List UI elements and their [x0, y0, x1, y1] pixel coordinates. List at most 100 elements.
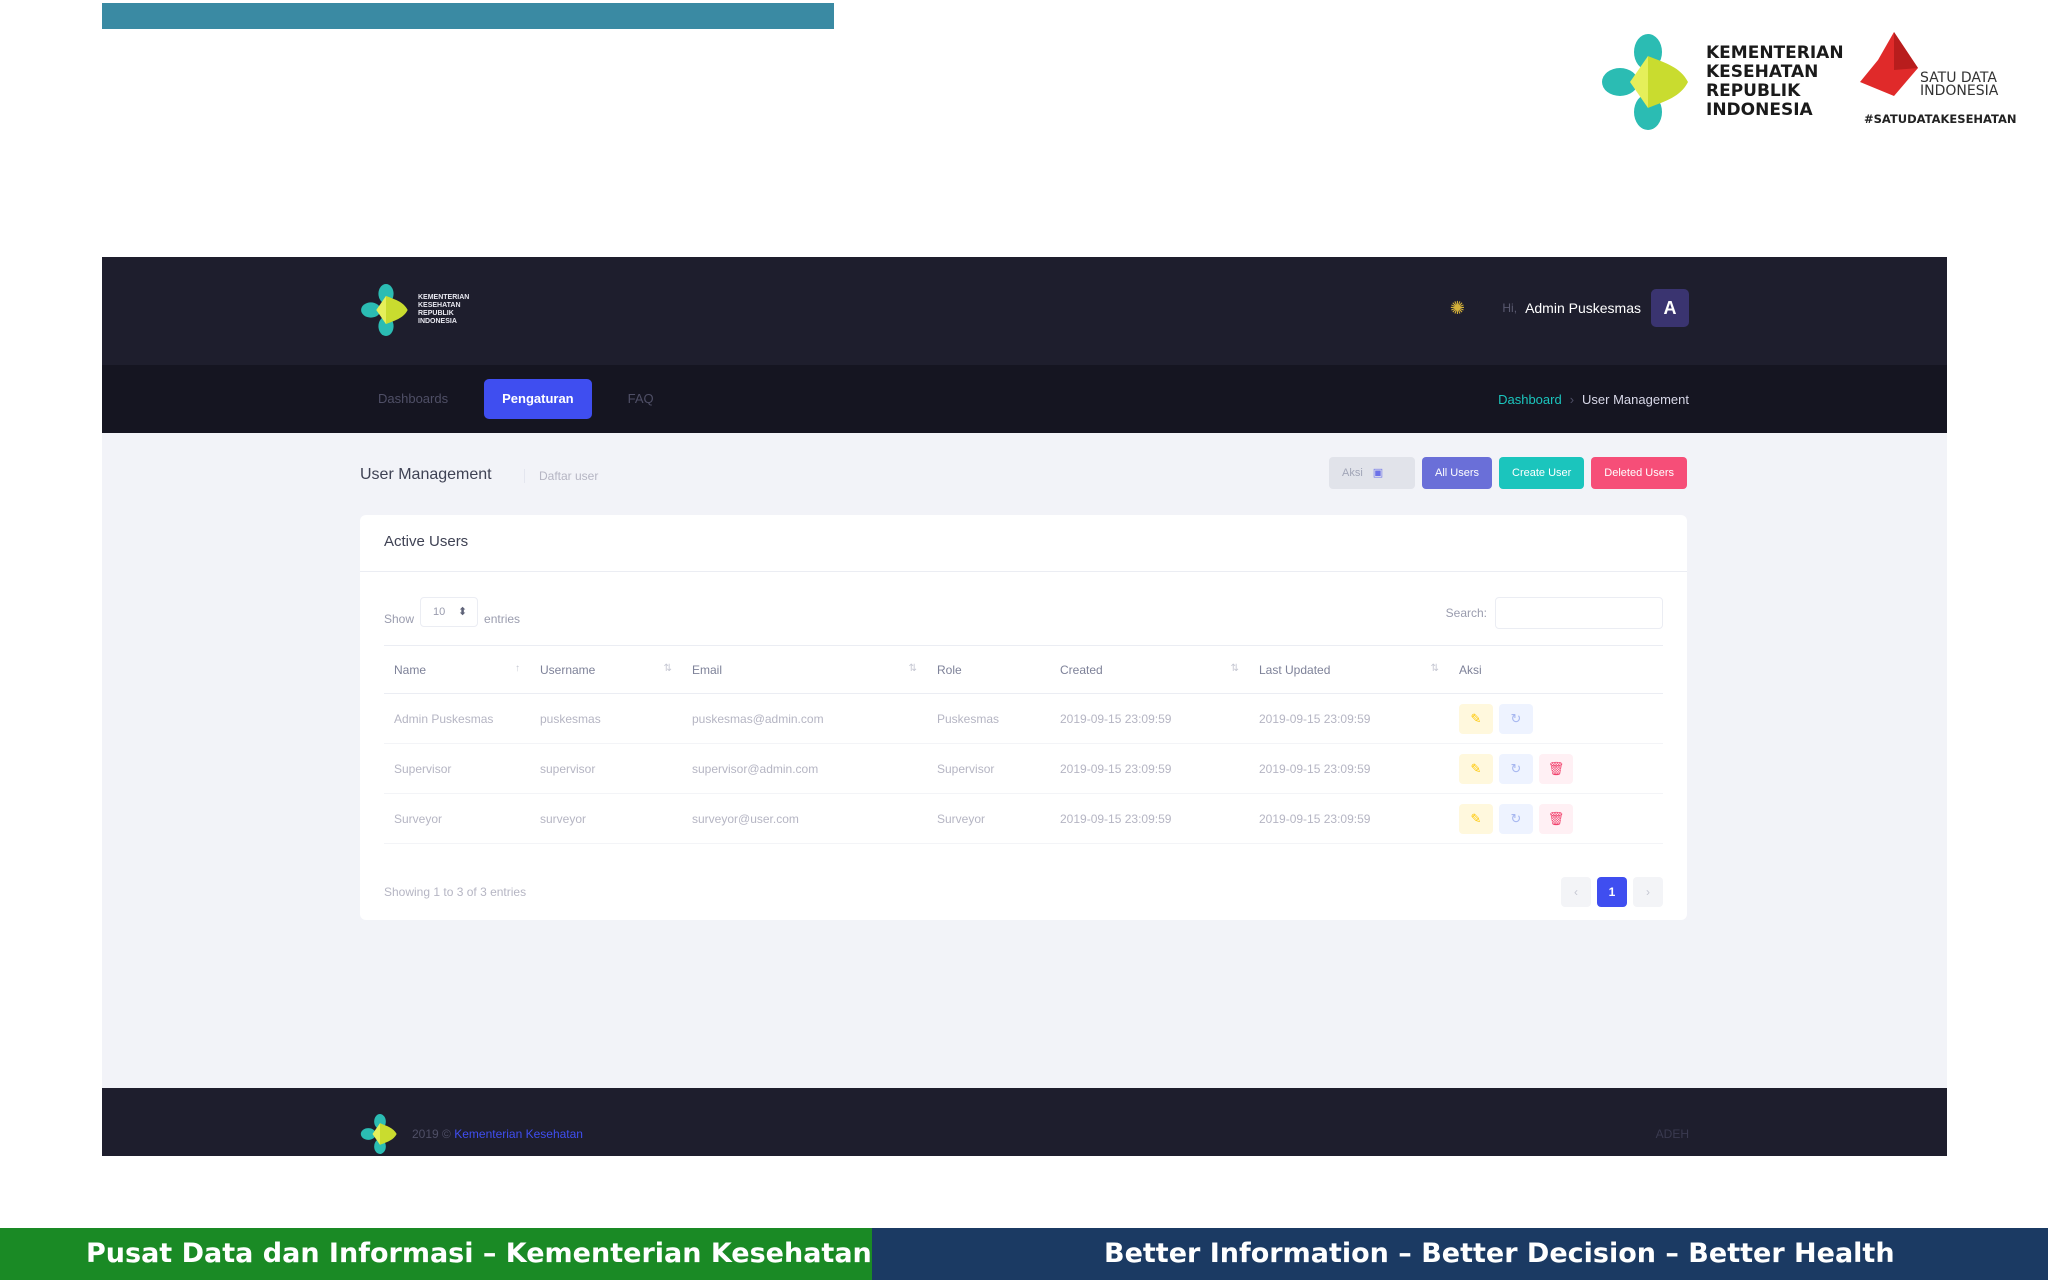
- slide-footer-right: Better Information – Better Decision – B…: [872, 1228, 2048, 1280]
- table-info: Showing 1 to 3 of 3 entries: [384, 885, 527, 899]
- table-row: Surveyor surveyor surveyor@user.com Surv…: [384, 793, 1663, 844]
- cell-created: 2019-09-15 23:09:59: [1050, 743, 1249, 794]
- cell-created: 2019-09-15 23:09:59: [1050, 693, 1249, 744]
- column-aksi: Aksi: [1449, 645, 1663, 694]
- footer-version: ADEH: [1655, 1127, 1689, 1141]
- page-subtitle: Daftar user: [524, 469, 598, 483]
- cell-email: supervisor@admin.com: [682, 743, 927, 794]
- sun-icon[interactable]: ✺: [1446, 297, 1468, 319]
- cell-username: surveyor: [530, 793, 682, 844]
- cell-name: Admin Puskesmas: [384, 693, 530, 744]
- search-label: Search:: [1445, 606, 1487, 620]
- cell-email: puskesmas@admin.com: [682, 693, 927, 744]
- cell-role: Supervisor: [927, 743, 1050, 794]
- edit-icon[interactable]: ✎: [1459, 703, 1493, 734]
- sort-asc-icon: ↑: [515, 663, 520, 674]
- all-users-button[interactable]: All Users: [1421, 457, 1492, 489]
- ministry-name: KEMENTERIAN KESEHATAN REPUBLIK INDONESIA: [1706, 43, 1844, 120]
- satudata-emblem-icon: [1860, 32, 1918, 96]
- app-screenshot: KEMENTERIAN KESEHATAN REPUBLIK INDONESIA…: [102, 257, 1947, 1156]
- trash-icon[interactable]: 🗑: [1539, 753, 1573, 784]
- app-logo[interactable]: KEMENTERIAN KESEHATAN REPUBLIK INDONESIA: [360, 281, 469, 339]
- cell-role: Surveyor: [927, 793, 1050, 844]
- table-row: Admin Puskesmas puskesmas puskesmas@admi…: [384, 693, 1663, 744]
- printer-icon: ▣: [1372, 467, 1384, 479]
- aksi-button[interactable]: Aksi ▣: [1328, 457, 1415, 489]
- tab-faq[interactable]: FAQ: [610, 379, 672, 419]
- cell-actions: ✎ ↻: [1449, 693, 1663, 744]
- avatar[interactable]: A: [1651, 289, 1689, 327]
- select-arrows-icon: ⬍: [457, 606, 468, 618]
- satudata-logo: SATU DATA INDONESIA #SATUDATAKESEHATAN: [1854, 30, 2017, 130]
- column-role[interactable]: Role: [927, 645, 1050, 694]
- satudata-name: SATU DATA INDONESIA: [1920, 70, 1999, 99]
- cell-name: Surveyor: [384, 793, 530, 844]
- cell-updated: 2019-09-15 23:09:59: [1249, 793, 1449, 844]
- satudata-hashtag: #SATUDATAKESEHATAN: [1864, 112, 2017, 126]
- tab-dashboards[interactable]: Dashboards: [360, 379, 466, 419]
- card-divider: [360, 571, 1687, 572]
- cell-updated: 2019-09-15 23:09:59: [1249, 743, 1449, 794]
- cell-name: Supervisor: [384, 743, 530, 794]
- breadcrumb: Dashboard › User Management: [1498, 392, 1689, 407]
- cell-updated: 2019-09-15 23:09:59: [1249, 693, 1449, 744]
- user-name[interactable]: Admin Puskesmas: [1525, 300, 1641, 316]
- cell-created: 2019-09-15 23:09:59: [1050, 793, 1249, 844]
- cell-actions: ✎ ↻ 🗑: [1449, 793, 1663, 844]
- page-1-button[interactable]: 1: [1597, 877, 1627, 907]
- slide-top-bar: [102, 3, 834, 29]
- column-username[interactable]: Username ⇅: [530, 645, 682, 694]
- breadcrumb-separator: ›: [1569, 392, 1575, 407]
- cell-role: Puskesmas: [927, 693, 1050, 744]
- reset-icon[interactable]: ↻: [1499, 753, 1533, 784]
- search-input[interactable]: [1495, 597, 1663, 629]
- prev-page-button[interactable]: ‹: [1561, 877, 1591, 907]
- subheader: User Management Daftar user Aksi ▣ All Us…: [360, 457, 1687, 495]
- nav-tabs: Dashboards Pengaturan FAQ: [360, 379, 690, 419]
- app-logo-text: KEMENTERIAN KESEHATAN REPUBLIK INDONESIA: [418, 294, 470, 325]
- breadcrumb-current: User Management: [1582, 392, 1689, 407]
- next-page-button[interactable]: ›: [1633, 877, 1663, 907]
- table-header-row: Name ↑ Username ⇅ Email ⇅ Role Created ⇅ Las…: [384, 645, 1663, 694]
- user-area: ✺ Hi, Admin Puskesmas A: [1446, 289, 1689, 327]
- edit-icon[interactable]: ✎: [1459, 753, 1493, 784]
- reset-icon[interactable]: ↻: [1499, 803, 1533, 834]
- copyright: 2019 © Kementerian Kesehatan: [412, 1127, 583, 1141]
- table-controls: Show 10 ⬍ entries Search:: [384, 597, 1663, 629]
- card-title: Active Users: [384, 533, 469, 550]
- column-name[interactable]: Name ↑: [384, 645, 530, 694]
- sort-icon: ⇅: [663, 663, 672, 674]
- copyright-link[interactable]: Kementerian Kesehatan: [454, 1127, 583, 1141]
- table-search: Search:: [1446, 597, 1663, 629]
- greeting: Hi,: [1502, 301, 1518, 315]
- breadcrumb-dashboard[interactable]: Dashboard: [1498, 392, 1562, 407]
- users-table: Name ↑ Username ⇅ Email ⇅ Role Created ⇅ Las…: [384, 645, 1663, 844]
- reset-icon[interactable]: ↻: [1499, 703, 1533, 734]
- column-last-updated[interactable]: Last Updated ⇅: [1249, 645, 1449, 694]
- deleted-users-button[interactable]: Deleted Users: [1591, 457, 1687, 489]
- table-footer: Showing 1 to 3 of 3 entries ‹ 1 ›: [384, 877, 1663, 907]
- page-length-select[interactable]: 10 ⬍: [420, 597, 479, 627]
- trash-icon[interactable]: 🗑: [1539, 803, 1573, 834]
- cell-actions: ✎ ↻ 🗑: [1449, 743, 1663, 794]
- sort-icon: ⇅: [1230, 663, 1239, 674]
- footer-emblem-icon: [360, 1114, 397, 1154]
- edit-icon[interactable]: ✎: [1459, 803, 1493, 834]
- create-user-button[interactable]: Create User: [1499, 457, 1585, 489]
- page-length: Show 10 ⬍ entries: [384, 597, 520, 634]
- table-row: Supervisor supervisor supervisor@admin.c…: [384, 743, 1663, 794]
- sort-icon: ⇅: [1430, 663, 1439, 674]
- tab-pengaturan[interactable]: Pengaturan: [484, 379, 592, 419]
- ministry-logo: KEMENTERIAN KESEHATAN REPUBLIK INDONESIA: [1600, 30, 1844, 134]
- column-created[interactable]: Created ⇅: [1050, 645, 1249, 694]
- page-title: User Management: [360, 466, 492, 483]
- app-emblem-icon: [361, 284, 408, 336]
- column-email[interactable]: Email ⇅: [682, 645, 927, 694]
- cell-email: surveyor@user.com: [682, 793, 927, 844]
- app-header: KEMENTERIAN KESEHATAN REPUBLIK INDONESIA…: [102, 257, 1947, 365]
- pagination: ‹ 1 ›: [1555, 877, 1663, 907]
- active-users-card: Active Users Show 10 ⬍ entries Search: Na…: [360, 515, 1687, 920]
- cell-username: puskesmas: [530, 693, 682, 744]
- ministry-emblem-icon: [1602, 34, 1688, 130]
- slide-footer-left: Pusat Data dan Informasi – Kementerian K…: [0, 1228, 872, 1280]
